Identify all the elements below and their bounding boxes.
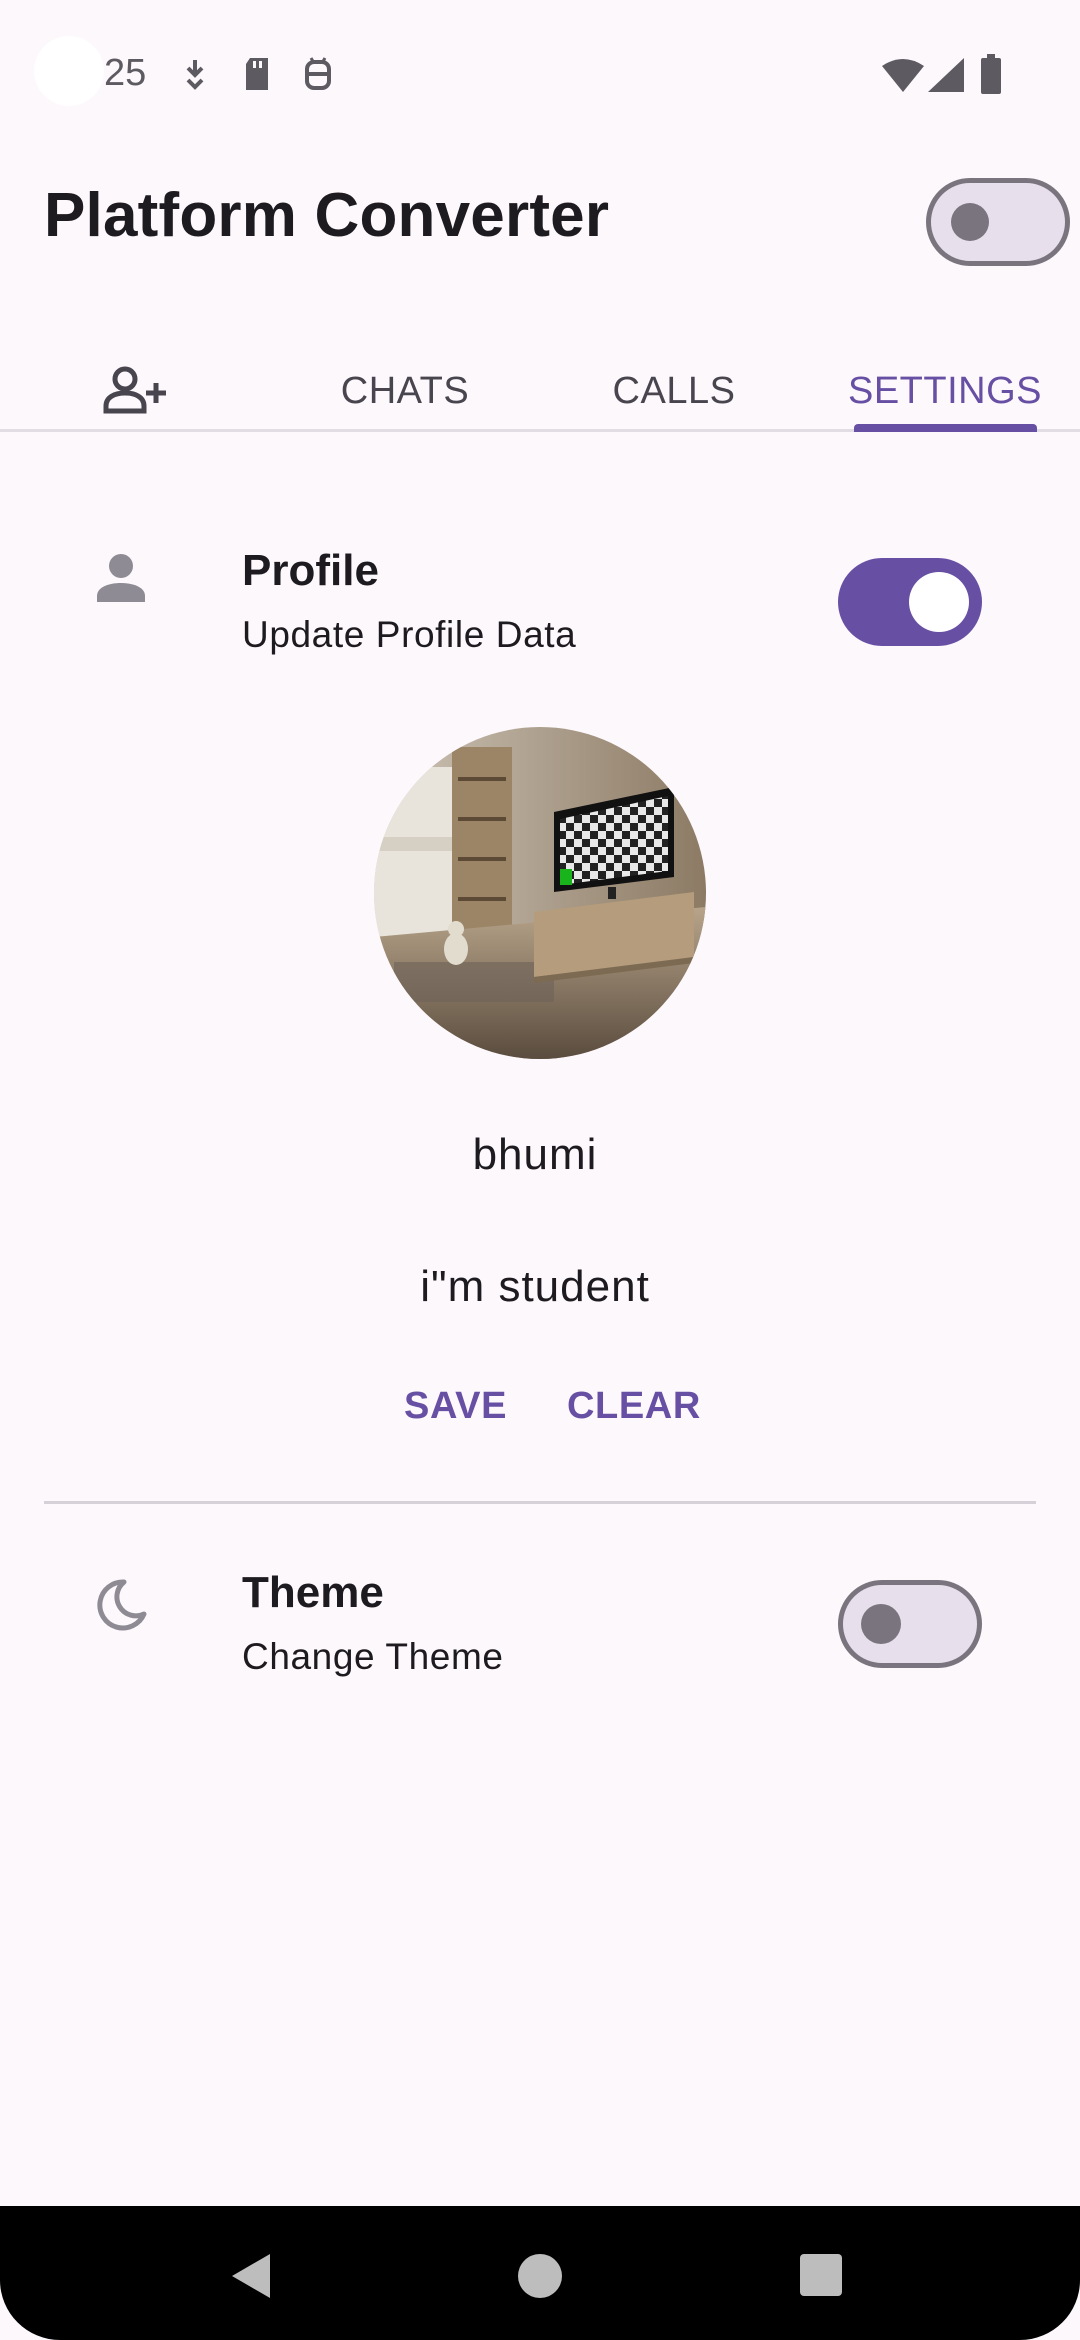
add-person-icon (103, 366, 166, 414)
sd-card-icon (246, 58, 268, 90)
tab-chats[interactable]: CHATS (316, 350, 494, 432)
tab-indicator (854, 424, 1037, 432)
theme-title: Theme (242, 1568, 384, 1617)
recents-icon[interactable] (800, 2254, 842, 2296)
tab-calls[interactable]: CALLS (584, 350, 764, 432)
avatar-image (374, 727, 706, 1059)
status-time: 25 (104, 52, 147, 94)
profile-name[interactable]: bhumi (0, 1130, 1070, 1180)
system-nav-bar (0, 2206, 1080, 2340)
battery-icon (981, 54, 1001, 94)
back-icon[interactable] (232, 2254, 270, 2298)
divider (44, 1501, 1036, 1504)
profile-bio[interactable]: i"m student (4, 1262, 1066, 1312)
download-notification-icon (186, 60, 204, 90)
screen: 25 Platform Converter CHATS CALLS SETTIN… (0, 0, 1080, 2340)
android-debug-icon (305, 57, 331, 90)
person-icon (97, 554, 145, 602)
switch-thumb (951, 203, 989, 241)
profile-avatar[interactable] (374, 727, 706, 1059)
status-bar: 25 (0, 0, 1080, 150)
profile-subtitle: Update Profile Data (242, 614, 577, 655)
cell-signal-icon (928, 58, 964, 92)
dark-mode-switch[interactable] (926, 178, 1070, 266)
home-icon[interactable] (518, 2254, 562, 2298)
tab-add-contact[interactable] (46, 350, 226, 432)
moon-icon (97, 1579, 147, 1631)
tab-bar: CHATS CALLS SETTINGS (0, 350, 1080, 432)
wifi-icon (882, 59, 924, 92)
theme-subtitle: Change Theme (242, 1636, 504, 1677)
switch-thumb (861, 1604, 901, 1644)
theme-switch[interactable] (838, 1580, 982, 1668)
profile-title: Profile (242, 546, 379, 595)
save-button[interactable]: SAVE (404, 1385, 507, 1428)
profile-switch[interactable] (838, 558, 982, 646)
clear-button[interactable]: CLEAR (567, 1385, 701, 1428)
status-dot (34, 36, 104, 106)
switch-thumb (909, 572, 969, 632)
app-title: Platform Converter (44, 181, 610, 250)
tab-settings[interactable]: SETTINGS (848, 350, 1042, 432)
